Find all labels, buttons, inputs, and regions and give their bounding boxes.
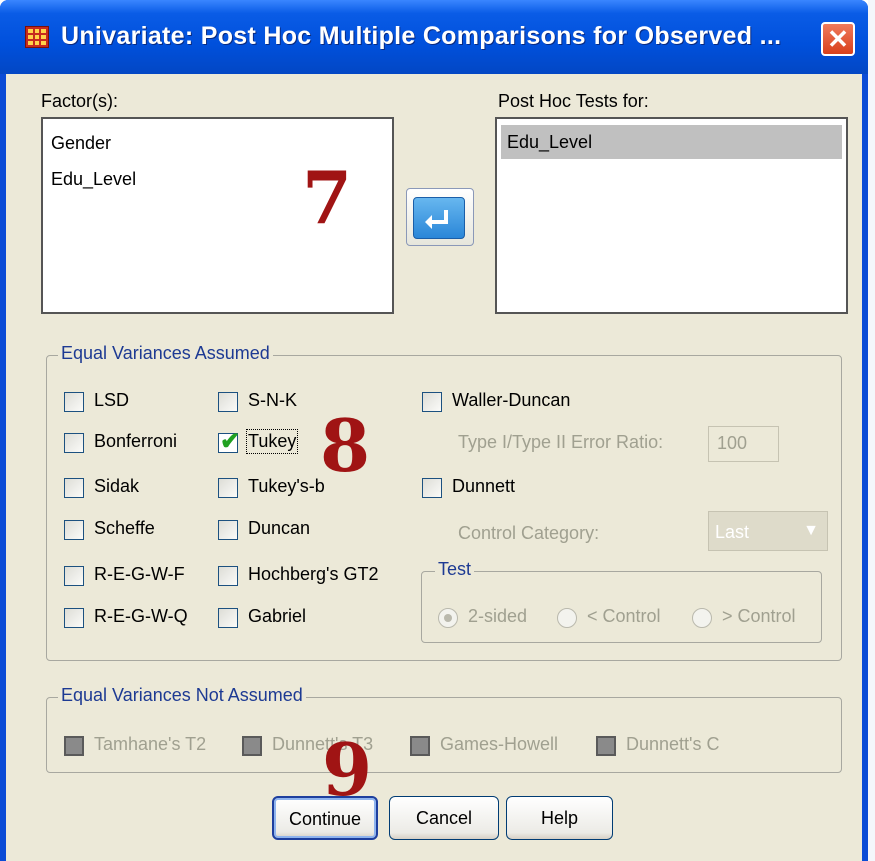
post-hoc-listbox[interactable]: Edu_Level [495,117,848,314]
control-category-value: Last [715,522,750,542]
dunnett-c-label: Dunnett's C [626,734,720,754]
close-icon[interactable]: ✕ [821,22,855,56]
regwf-label: R-E-G-W-F [94,564,185,584]
checkbox-box[interactable] [64,392,84,412]
hochberg-label: Hochberg's GT2 [248,564,379,584]
list-item[interactable]: Edu_Level [501,125,842,159]
gabriel-label: Gabriel [248,606,307,626]
help-button[interactable]: Help [506,796,613,840]
move-variable-button[interactable] [406,188,474,246]
radio-button[interactable] [438,608,458,628]
tamhane-label: Tamhane's T2 [94,734,207,754]
lsd-label: LSD [94,390,130,410]
checkbox-box[interactable] [64,608,84,628]
checkbox-box[interactable] [422,392,442,412]
games-howell-label: Games-Howell [440,734,559,754]
snk-label: S-N-K [248,390,297,410]
post-hoc-tests-label: Post Hoc Tests for: [498,91,649,111]
spss-app-icon [25,26,49,48]
dialog-client-area: Factor(s): Gender Edu_Level Post Hoc Tes… [6,74,862,861]
two-sided-label: 2-sided [468,606,528,626]
checkbox-box[interactable] [218,608,238,628]
regwq-label: R-E-G-W-Q [94,606,188,626]
waller-duncan-label: Waller-Duncan [452,390,571,410]
checkbox-box[interactable] [218,520,238,540]
control-category-label: Control Category: [458,523,600,543]
checkbox-box[interactable] [242,736,262,756]
equal-variances-not-assumed-title: Equal Variances Not Assumed [58,685,306,706]
title-bar[interactable]: Univariate: Post Hoc Multiple Comparison… [0,0,868,74]
arrow-left-icon [413,197,465,239]
greater-than-control-label: > Control [722,606,796,626]
error-ratio-label: Type I/Type II Error Ratio: [458,432,664,452]
post-hoc-dialog: Univariate: Post Hoc Multiple Comparison… [0,0,868,861]
duncan-label: Duncan [248,518,311,538]
error-ratio-input[interactable]: 100 [708,426,779,462]
checkbox-box[interactable] [64,520,84,540]
equal-variances-assumed-title: Equal Variances Assumed [58,343,273,364]
checkbox-box[interactable] [64,566,84,586]
checkbox-box[interactable] [64,736,84,756]
radio-button[interactable] [557,608,577,628]
cancel-button[interactable]: Cancel [389,796,499,840]
checkbox-box[interactable] [64,433,84,453]
desktop-edge [868,0,875,861]
annotation-8: 8 [320,403,371,488]
check-mark-icon: ✔ [220,428,241,455]
dunnett-label: Dunnett [452,476,516,496]
control-category-select[interactable]: Last ▼ [708,511,828,551]
checkbox-box[interactable] [596,736,616,756]
checkbox-box[interactable] [64,478,84,498]
tukey-label: Tukey [245,429,299,454]
tukeyb-label: Tukey's-b [248,476,325,496]
annotation-9: 9 [322,727,373,812]
radio-button[interactable] [692,608,712,628]
window-title: Univariate: Post Hoc Multiple Comparison… [61,22,782,50]
checkbox-box[interactable] [218,392,238,412]
less-than-control-label: < Control [587,606,661,626]
annotation-7: 7 [302,155,353,240]
scheffe-label: Scheffe [94,518,155,538]
sidak-label: Sidak [94,476,140,496]
checkbox-box[interactable] [410,736,430,756]
checkbox-box[interactable]: ✔ [218,428,240,455]
test-group-title: Test [435,559,475,580]
bonferroni-label: Bonferroni [94,431,178,451]
checkbox-box[interactable] [422,478,442,498]
checkbox-box[interactable] [218,478,238,498]
chevron-down-icon: ▼ [803,522,819,539]
factors-label: Factor(s): [41,91,119,111]
checkbox-box[interactable] [218,566,238,586]
